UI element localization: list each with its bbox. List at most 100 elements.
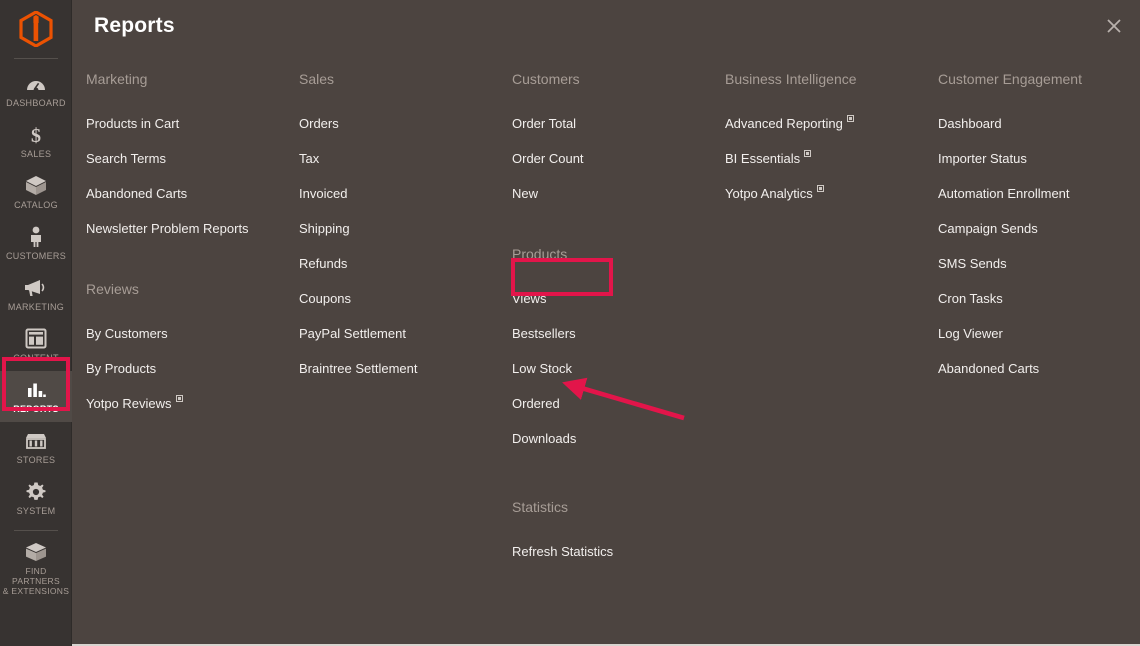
menu-link-label: Log Viewer: [938, 326, 1003, 341]
menu-link-products-in-cart[interactable]: Products in Cart: [86, 106, 293, 141]
menu-link-order-count[interactable]: Order Count: [512, 141, 719, 176]
menu-link-cron-tasks[interactable]: Cron Tasks: [938, 281, 1122, 316]
sidebar-item-label: MARKETING: [7, 302, 65, 312]
menu-link-label: Newsletter Problem Reports: [86, 221, 249, 236]
menu-link-label: Ordered: [512, 396, 560, 411]
group-title: Statistics: [512, 499, 569, 515]
menu-link-by-customers[interactable]: By Customers: [86, 316, 293, 351]
admin-sidebar: DASHBOARD $ SALES CATALOG CUSTOMERS MARK…: [0, 0, 72, 646]
sidebar-item-label: SALES: [20, 149, 52, 159]
sidebar-item-system[interactable]: SYSTEM: [0, 473, 72, 524]
menu-link-bestsellers[interactable]: Bestsellers: [512, 316, 719, 351]
menu-link-label: SMS Sends: [938, 256, 1007, 271]
menu-link-views[interactable]: Views: [512, 281, 719, 316]
menu-link-label: Products in Cart: [86, 116, 180, 131]
menu-link-log-viewer[interactable]: Log Viewer: [938, 316, 1122, 351]
menu-link-paypal-settlement[interactable]: PayPal Settlement: [299, 316, 506, 351]
sidebar-item-stores[interactable]: STORES: [0, 422, 72, 473]
menu-link-dashboard[interactable]: Dashboard: [938, 106, 1122, 141]
menu-link-label: By Customers: [86, 326, 168, 341]
menu-link-abandoned-carts[interactable]: Abandoned Carts: [86, 176, 293, 211]
sidebar-item-find-partners-extensions[interactable]: FIND PARTNERS & EXTENSIONS: [0, 535, 72, 603]
menu-link-bi-essentials[interactable]: BI Essentials: [725, 141, 932, 176]
column-customers-products-statistics: Customers Order Total Order Count New Produc…: [512, 64, 725, 644]
menu-link-advanced-reporting[interactable]: Advanced Reporting: [725, 106, 932, 141]
menu-link-braintree-settlement[interactable]: Braintree Settlement: [299, 351, 506, 386]
menu-link-refunds[interactable]: Refunds: [299, 246, 506, 281]
layout-window-icon: [2, 328, 70, 350]
sidebar-item-label: CUSTOMERS: [5, 251, 67, 261]
menu-link-label: Cron Tasks: [938, 291, 1003, 306]
dashboard-gauge-icon: [2, 73, 70, 95]
group-title: Customer Engagement: [938, 71, 1082, 87]
column-customer-engagement: Customer Engagement Dashboard Importer Sta…: [938, 64, 1128, 644]
menu-link-label: Bestsellers: [512, 326, 576, 341]
menu-link-abandoned-carts[interactable]: Abandoned Carts: [938, 351, 1122, 386]
close-icon[interactable]: [1100, 12, 1128, 40]
menu-link-label: Advanced Reporting: [725, 116, 843, 131]
dollar-sign-icon: $: [2, 124, 70, 146]
sidebar-item-sales[interactable]: $ SALES: [0, 116, 72, 167]
menu-link-coupons[interactable]: Coupons: [299, 281, 506, 316]
menu-link-yotpo-reviews[interactable]: Yotpo Reviews: [86, 386, 293, 421]
menu-link-label: Importer Status: [938, 151, 1027, 166]
menu-link-shipping[interactable]: Shipping: [299, 211, 506, 246]
menu-link-orders[interactable]: Orders: [299, 106, 506, 141]
menu-link-label: Dashboard: [938, 116, 1002, 131]
menu-link-label: Braintree Settlement: [299, 361, 418, 376]
menu-link-refresh-statistics[interactable]: Refresh Statistics: [512, 534, 719, 569]
page-title: Reports: [94, 14, 175, 37]
menu-link-campaign-sends[interactable]: Campaign Sends: [938, 211, 1122, 246]
menu-link-label: Downloads: [512, 431, 577, 446]
menu-link-newsletter-problem-reports[interactable]: Newsletter Problem Reports: [86, 211, 293, 246]
menu-link-invoiced[interactable]: Invoiced: [299, 176, 506, 211]
group-title: Reviews: [86, 281, 139, 297]
group-title: Marketing: [86, 71, 148, 87]
magento-logo[interactable]: [0, 0, 71, 58]
menu-link-label: Views: [512, 291, 547, 306]
magento-admin-reports-flyout: DASHBOARD $ SALES CATALOG CUSTOMERS MARK…: [0, 0, 1140, 646]
menu-link-label: Abandoned Carts: [86, 186, 188, 201]
menu-link-by-products[interactable]: By Products: [86, 351, 293, 386]
menu-link-label: Search Terms: [86, 151, 166, 166]
sidebar-item-label: FIND PARTNERS & EXTENSIONS: [2, 566, 70, 596]
menu-link-order-total[interactable]: Order Total: [512, 106, 719, 141]
close-glyph: [1107, 19, 1121, 33]
group-title: Business Intelligence: [725, 71, 857, 87]
menu-link-label: Low Stock: [512, 361, 572, 376]
sidebar-item-catalog[interactable]: CATALOG: [0, 167, 72, 218]
sidebar-item-marketing[interactable]: MARKETING: [0, 269, 72, 320]
sidebar-item-label: CATALOG: [14, 200, 58, 210]
menu-link-sms-sends[interactable]: SMS Sends: [938, 246, 1122, 281]
menu-link-label: New: [512, 186, 539, 201]
menu-link-label: Automation Enrollment: [938, 186, 1070, 201]
sidebar-item-content[interactable]: CONTENT: [0, 320, 72, 371]
group-customer-engagement: Customer Engagement Dashboard Importer Sta…: [938, 64, 1122, 386]
menu-link-yotpo-analytics[interactable]: Yotpo Analytics: [725, 176, 932, 211]
menu-link-downloads[interactable]: Downloads: [512, 421, 719, 456]
group-title: Sales: [299, 71, 335, 87]
menu-link-low-stock[interactable]: Low Stock: [512, 351, 719, 386]
menu-link-importer-status[interactable]: Importer Status: [938, 141, 1122, 176]
svg-text:$: $: [31, 125, 41, 146]
reports-menu-panel: Reports Marketing Products in Cart Search …: [72, 0, 1140, 646]
group-title: Products: [512, 246, 568, 262]
menu-link-label: Yotpo Reviews: [86, 396, 172, 411]
sidebar-item-customers[interactable]: CUSTOMERS: [0, 218, 72, 269]
menu-link-new[interactable]: New: [512, 176, 719, 211]
menu-link-label: Abandoned Carts: [938, 361, 1040, 376]
menu-link-label: Refresh Statistics: [512, 544, 614, 559]
menu-link-label: Shipping: [299, 221, 350, 236]
menu-link-ordered[interactable]: Ordered: [512, 386, 719, 421]
menu-link-tax[interactable]: Tax: [299, 141, 506, 176]
menu-link-label: By Products: [86, 361, 157, 376]
group-business-intelligence: Business Intelligence Advanced Reporting B…: [725, 64, 932, 211]
menu-link-automation-enrollment[interactable]: Automation Enrollment: [938, 176, 1122, 211]
group-statistics: Statistics Refresh Statistics: [512, 492, 719, 569]
column-business-intelligence: Business Intelligence Advanced Reporting B…: [725, 64, 938, 644]
group-title: Customers: [512, 71, 580, 87]
menu-link-search-terms[interactable]: Search Terms: [86, 141, 293, 176]
sidebar-item-dashboard[interactable]: DASHBOARD: [0, 65, 72, 116]
sidebar-item-reports[interactable]: REPORTS: [0, 371, 72, 422]
external-link-icon: [816, 184, 824, 192]
